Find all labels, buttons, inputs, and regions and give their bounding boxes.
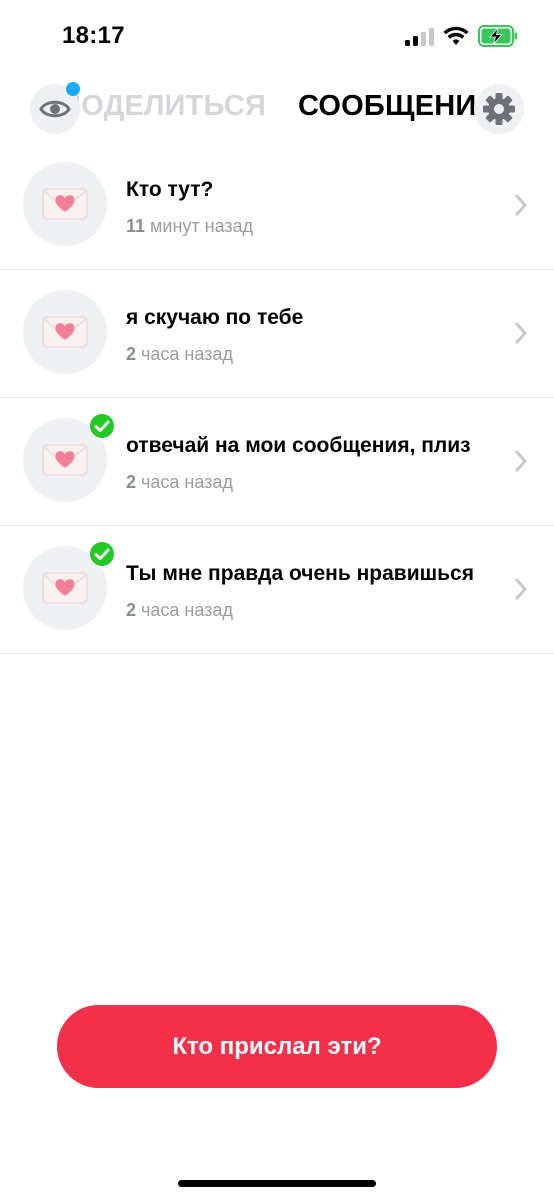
tab-messages[interactable]: СООБЩЕНИЯ [298,90,483,123]
time-unit: часа назад [141,344,233,364]
message-row[interactable]: отвечай на мои сообщения, плиз 2 часа на… [0,398,554,526]
message-title: Кто тут? [126,178,214,201]
status-bar: 18:17 [0,0,554,72]
notification-dot [66,82,80,96]
chevron-right-icon [515,578,527,600]
message-list: Кто тут? 11 минут назад я скучаю по тебе… [0,142,554,654]
time-number: 11 [126,216,146,236]
chevron-right-icon [515,322,527,344]
love-letter-icon [42,444,88,476]
message-avatar [23,162,107,246]
love-letter-icon [42,188,88,220]
message-avatar [23,290,107,374]
message-time: 2 часа назад [126,600,233,621]
time-number: 2 [126,600,137,620]
message-title: отвечай на мои сообщения, плиз [126,434,471,457]
love-letter-icon [42,316,88,348]
tab-share[interactable]: ПОДЕЛИТЬСЯ [56,90,266,123]
cellular-signal-icon [405,28,435,46]
message-time: 11 минут назад [126,216,253,237]
wifi-icon [443,26,469,45]
who-sent-button[interactable]: Кто прислал эти? [57,1005,497,1088]
top-header: ПОДЕЛИТЬСЯ СООБЩЕНИЯ [0,78,554,142]
message-title: Ты мне правда очень нравишься [126,562,474,585]
message-title: я скучаю по тебе [126,306,304,329]
time-number: 2 [126,344,137,364]
chevron-right-icon [515,194,527,216]
time-unit: минут назад [150,216,254,236]
eye-icon [39,100,71,118]
settings-button[interactable] [474,84,524,134]
read-check-icon [88,540,116,568]
time-unit: часа назад [141,600,233,620]
time-number: 2 [126,472,137,492]
time-unit: часа назад [141,472,233,492]
read-check-icon [88,412,116,440]
love-letter-icon [42,572,88,604]
home-indicator[interactable] [178,1180,376,1187]
message-row[interactable]: я скучаю по тебе 2 часа назад [0,270,554,398]
battery-charging-icon [478,25,517,47]
message-row[interactable]: Ты мне правда очень нравишься 2 часа наз… [0,526,554,654]
status-time: 18:17 [62,22,125,49]
message-row[interactable]: Кто тут? 11 минут назад [0,142,554,270]
message-time: 2 часа назад [126,472,233,493]
gear-icon [483,93,515,125]
chevron-right-icon [515,450,527,472]
message-time: 2 часа назад [126,344,233,365]
